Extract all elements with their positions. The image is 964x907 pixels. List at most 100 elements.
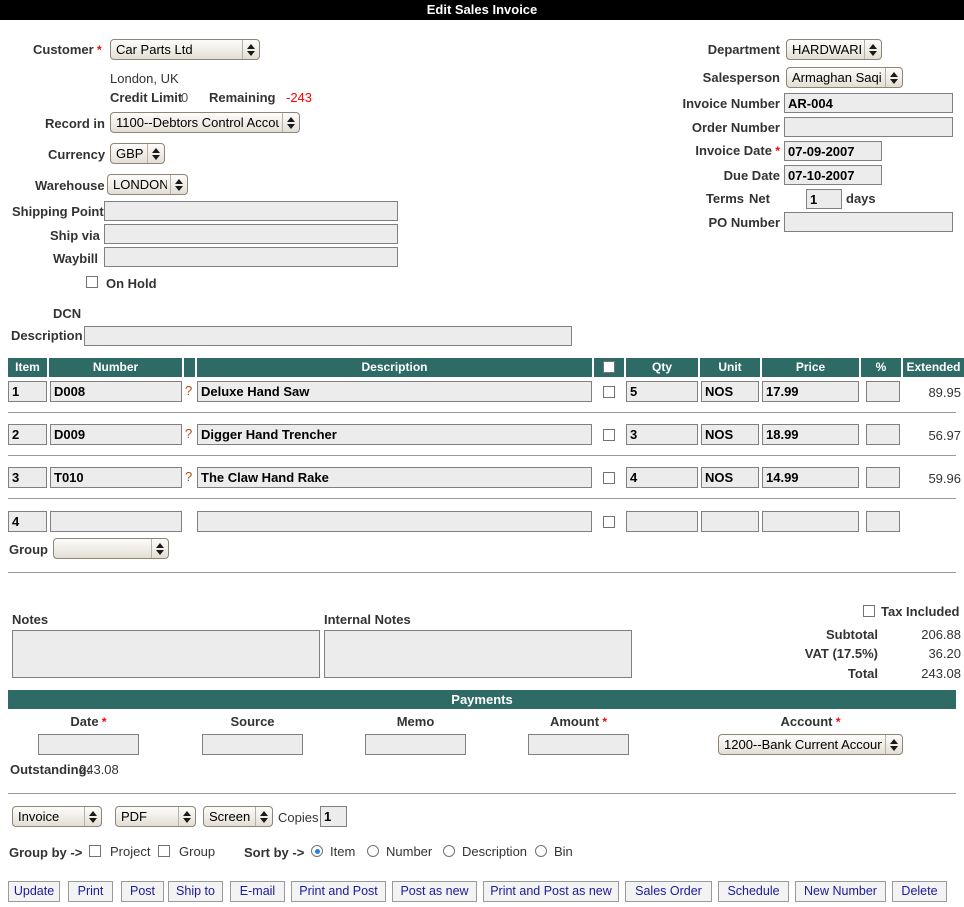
print-destination-value: Screen xyxy=(209,809,251,824)
update-button[interactable]: Update xyxy=(8,881,60,902)
terms-net-days-input[interactable] xyxy=(806,189,842,209)
customer-select-value: Car Parts Ltd xyxy=(116,42,193,57)
delete-button[interactable]: Delete xyxy=(892,881,947,902)
chevron-updown-icon xyxy=(864,40,881,59)
row-price-input[interactable] xyxy=(762,424,859,445)
print-format-select[interactable]: PDF xyxy=(115,806,196,827)
invoice-number-input[interactable] xyxy=(784,93,953,113)
sort-by-description-radio[interactable] xyxy=(443,845,455,857)
payment-memo-input[interactable] xyxy=(365,734,466,755)
row-extended-value: 56.97 xyxy=(928,428,961,443)
row-unit-input[interactable] xyxy=(701,511,759,532)
row-price-input[interactable] xyxy=(762,511,859,532)
group-by-group-checkbox[interactable] xyxy=(158,845,170,857)
tax-included-checkbox[interactable] xyxy=(863,605,875,617)
schedule-button[interactable]: Schedule xyxy=(718,881,789,902)
items-header-qty: Qty xyxy=(626,358,698,377)
row-unit-input[interactable] xyxy=(701,424,759,445)
po-number-input[interactable] xyxy=(784,212,953,232)
total-value: 243.08 xyxy=(921,666,961,681)
print-and-post-button[interactable]: Print and Post xyxy=(291,881,386,902)
row-number-input[interactable] xyxy=(50,511,182,532)
ship-to-button[interactable]: Ship to xyxy=(168,881,223,902)
row-number-input[interactable] xyxy=(50,381,182,402)
row-select-checkbox[interactable] xyxy=(603,472,615,484)
subtotal-label: Subtotal xyxy=(826,627,878,642)
row-select-checkbox[interactable] xyxy=(603,386,615,398)
copies-input[interactable] xyxy=(320,806,347,827)
salesperson-select[interactable]: Armaghan Saqib xyxy=(786,67,903,88)
internal-notes-textarea[interactable] xyxy=(324,630,632,678)
post-button[interactable]: Post xyxy=(121,881,164,902)
department-select[interactable]: HARDWARE xyxy=(786,39,882,60)
row-price-input[interactable] xyxy=(762,467,859,488)
print-button[interactable]: Print xyxy=(68,881,113,902)
sort-by-number-radio[interactable] xyxy=(367,845,379,857)
items-header-number: Number xyxy=(49,358,182,377)
sort-by-item-radio[interactable] xyxy=(311,845,323,857)
select-all-checkbox[interactable] xyxy=(603,361,615,373)
chevron-updown-icon xyxy=(885,735,902,754)
row-description-input[interactable] xyxy=(197,467,592,488)
remaining-label: Remaining xyxy=(209,90,276,105)
payment-source-input[interactable] xyxy=(202,734,303,755)
terms-net-label: Net xyxy=(749,191,770,206)
required-marker: * xyxy=(832,715,841,729)
due-date-input[interactable] xyxy=(784,165,882,185)
warehouse-select[interactable]: LONDON xyxy=(107,174,188,195)
row-number-input[interactable] xyxy=(50,467,182,488)
items-header-help xyxy=(184,358,195,377)
row-qty-input[interactable] xyxy=(626,424,698,445)
chevron-updown-icon xyxy=(255,807,272,826)
new-number-button[interactable]: New Number xyxy=(795,881,886,902)
payment-account-select[interactable]: 1200--Bank Current Account xyxy=(718,734,903,755)
row-item-input[interactable] xyxy=(8,381,47,402)
print-and-post-as-new-button[interactable]: Print and Post as new xyxy=(483,881,619,902)
waybill-input[interactable] xyxy=(104,247,398,267)
on-hold-checkbox[interactable] xyxy=(86,276,98,288)
print-destination-select[interactable]: Screen xyxy=(203,806,273,827)
row-qty-input[interactable] xyxy=(626,467,698,488)
row-item-input[interactable] xyxy=(8,511,47,532)
payment-amount-input[interactable] xyxy=(528,734,629,755)
print-form-select[interactable]: Invoice xyxy=(12,806,102,827)
post-as-new-button[interactable]: Post as new xyxy=(392,881,477,902)
order-number-input[interactable] xyxy=(784,117,953,137)
row-qty-input[interactable] xyxy=(626,381,698,402)
chevron-updown-icon xyxy=(84,807,101,826)
row-help-icon[interactable]: ? xyxy=(185,426,192,441)
row-number-input[interactable] xyxy=(50,424,182,445)
customer-select[interactable]: Car Parts Ltd xyxy=(110,39,260,60)
record-in-select[interactable]: 1100--Debtors Control Account xyxy=(110,112,300,133)
sort-by-bin-radio[interactable] xyxy=(535,845,547,857)
payment-date-input[interactable] xyxy=(38,734,139,755)
sales-order-button[interactable]: Sales Order xyxy=(625,881,712,902)
row-help-icon[interactable]: ? xyxy=(185,383,192,398)
payment-account-select-value: 1200--Bank Current Account xyxy=(724,737,882,752)
group-by-project-checkbox[interactable] xyxy=(89,845,101,857)
department-label: Department xyxy=(707,42,780,57)
dcn-description-input[interactable] xyxy=(84,326,572,346)
row-unit-input[interactable] xyxy=(701,381,759,402)
invoice-date-input[interactable] xyxy=(784,141,882,161)
currency-select[interactable]: GBP xyxy=(110,143,165,164)
row-item-input[interactable] xyxy=(8,424,47,445)
row-select-checkbox[interactable] xyxy=(603,516,615,528)
row-percent-input[interactable] xyxy=(866,511,900,532)
ship-via-input[interactable] xyxy=(104,224,398,244)
shipping-point-input[interactable] xyxy=(104,201,398,221)
row-select-checkbox[interactable] xyxy=(603,429,615,441)
email-button[interactable]: E-mail xyxy=(230,881,285,902)
row-price-input[interactable] xyxy=(762,381,859,402)
row-qty-input[interactable] xyxy=(626,511,698,532)
row-description-input[interactable] xyxy=(197,511,592,532)
row-description-input[interactable] xyxy=(197,381,592,402)
row-description-input[interactable] xyxy=(197,424,592,445)
row-unit-input[interactable] xyxy=(701,467,759,488)
items-header-description: Description xyxy=(197,358,592,377)
row-item-input[interactable] xyxy=(8,467,47,488)
currency-select-value: GBP xyxy=(116,146,144,161)
row-help-icon[interactable]: ? xyxy=(185,469,192,484)
group-select[interactable] xyxy=(53,538,169,559)
notes-textarea[interactable] xyxy=(12,630,320,678)
